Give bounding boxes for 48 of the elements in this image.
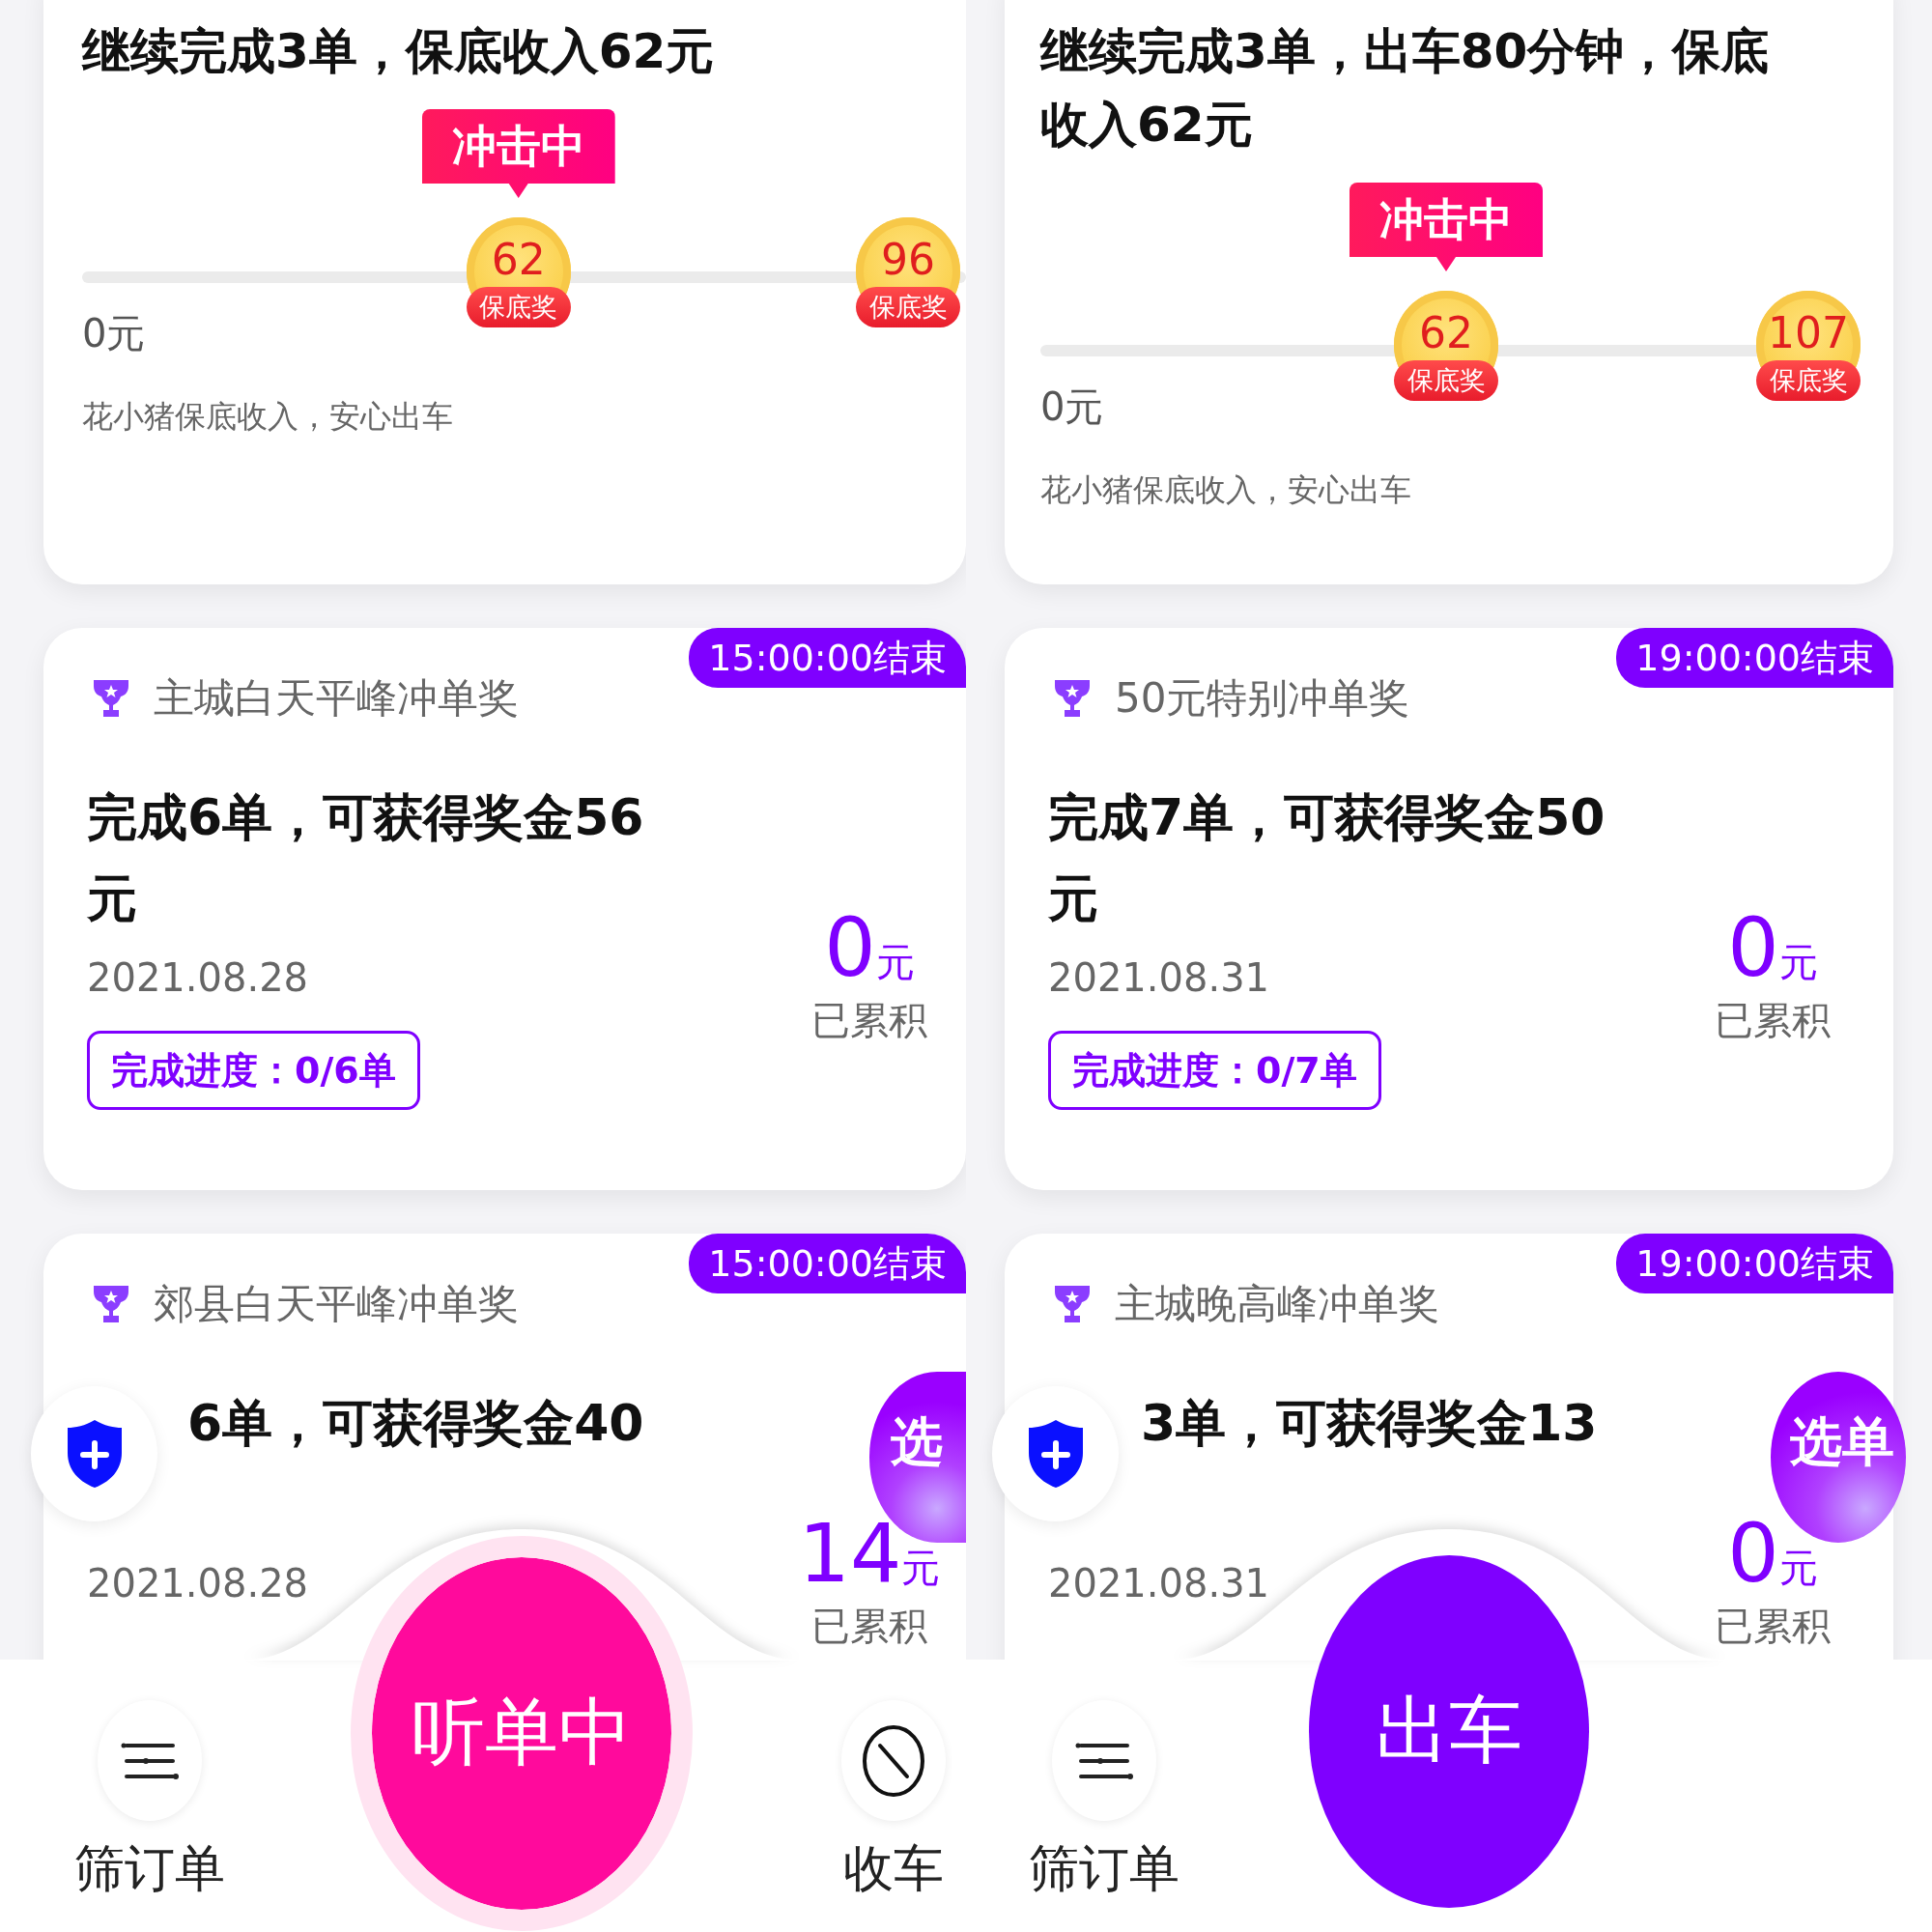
deadline-tag: 15:00:00结束: [689, 1234, 966, 1293]
reward-date: 2021.08.31: [1048, 1560, 1271, 1607]
reward-name: 郊县白天平峰冲单奖: [154, 1279, 519, 1329]
guarantee-note: 花小猪保底收入，安心出车: [1040, 470, 1412, 510]
reward-tag: 保底奖: [856, 287, 960, 327]
reward-name: 50元特别冲单奖: [1115, 673, 1410, 724]
status-badge: 冲击中: [1350, 183, 1543, 271]
guarantee-note: 花小猪保底收入，安心出车: [82, 397, 454, 437]
filter-button[interactable]: 筛订单: [63, 1700, 237, 1898]
progress-button[interactable]: 完成进度：0/7单: [1048, 1031, 1381, 1110]
progress-button[interactable]: 完成进度：0/6单: [87, 1031, 420, 1110]
amount-value: 0: [824, 907, 876, 988]
shield-icon: [65, 1418, 124, 1490]
stop-icon: [863, 1724, 924, 1797]
start-label: 0元: [82, 310, 146, 357]
filter-button[interactable]: 筛订单: [1017, 1700, 1191, 1898]
status-badge: 冲击中: [421, 109, 615, 198]
reward-tag: 保底奖: [1756, 360, 1861, 401]
start-label: 0元: [1040, 384, 1104, 431]
amount-caption: 已累积: [1715, 997, 1831, 1044]
reward-goal: 6单，可获得奖金40: [187, 1393, 645, 1454]
reward-tag: 保底奖: [466, 287, 571, 327]
reward-goal: 完成7单，可获得奖金50元: [1048, 787, 1606, 929]
reward-goal: 3单，可获得奖金13: [1141, 1393, 1599, 1454]
amount-unit: 元: [1778, 1545, 1818, 1592]
amount-unit: 元: [875, 939, 915, 986]
filter-icon: [1074, 1741, 1134, 1780]
amount-caption: 已累积: [811, 1603, 927, 1650]
reward-date: 2021.08.28: [87, 1560, 310, 1607]
reward-tag: 保底奖: [1394, 360, 1498, 401]
reward-date: 2021.08.31: [1048, 954, 1271, 1002]
guarantee-title: 继续完成3单，出车80分钟，保底收入62元: [1040, 22, 1771, 155]
amount-value: 0: [1727, 907, 1779, 988]
reward-name: 主城晚高峰冲单奖: [1115, 1279, 1439, 1329]
amount-caption: 已累积: [811, 997, 927, 1044]
stop-button[interactable]: 收车: [821, 1700, 966, 1898]
amount-caption: 已累积: [1715, 1603, 1831, 1650]
reward-name: 主城白天平峰冲单奖: [154, 673, 519, 724]
amount-unit: 元: [901, 1545, 941, 1592]
deadline-tag: 19:00:00结束: [1616, 628, 1893, 688]
amount-unit: 元: [1778, 939, 1818, 986]
filter-icon: [120, 1741, 180, 1780]
deadline-tag: 19:00:00结束: [1616, 1234, 1893, 1293]
deadline-tag: 15:00:00结束: [689, 628, 966, 688]
reward-date: 2021.08.28: [87, 954, 310, 1002]
guarantee-title: 继续完成3单，保底收入62元: [82, 22, 716, 81]
reward-goal: 完成6单，可获得奖金56元: [87, 787, 645, 929]
shield-icon: [1026, 1418, 1085, 1490]
